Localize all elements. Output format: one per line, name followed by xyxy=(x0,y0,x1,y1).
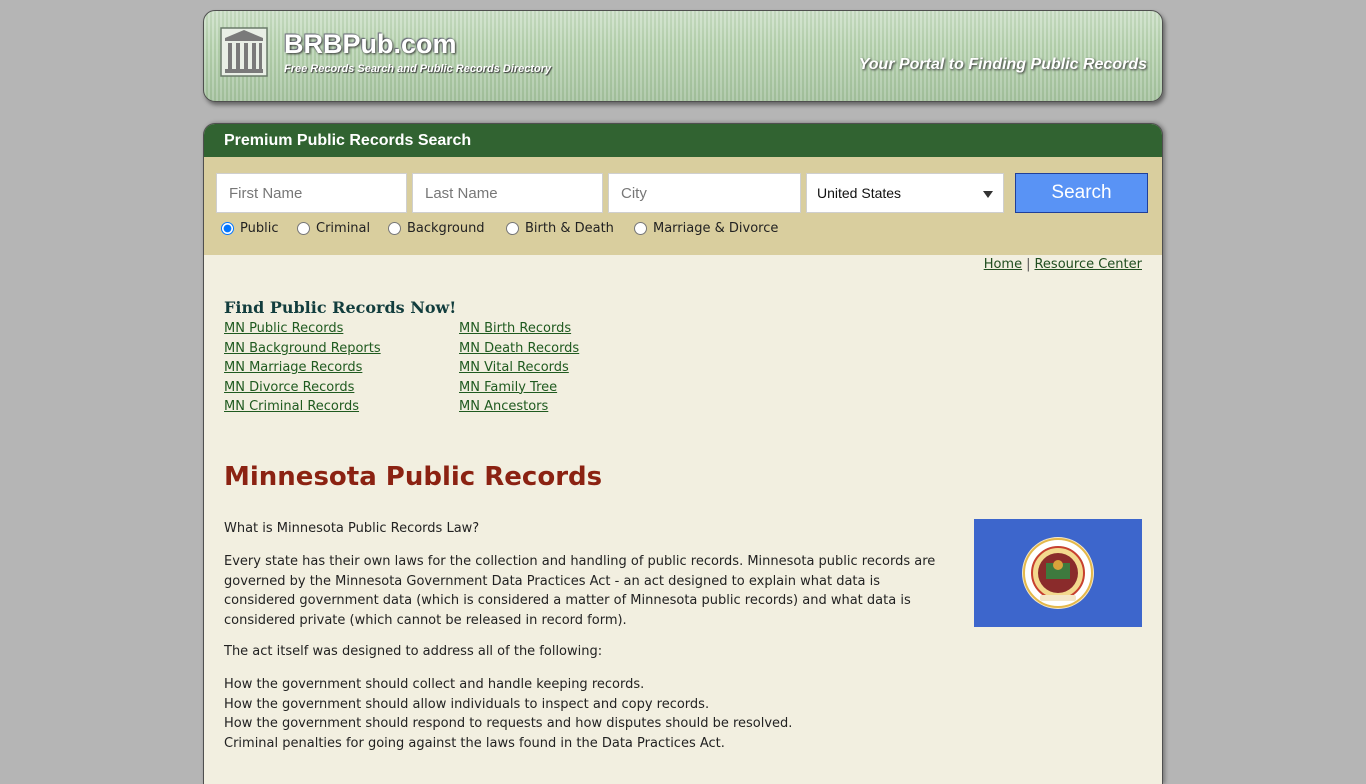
resource-center-link[interactable]: Resource Center xyxy=(1034,257,1142,272)
site-tagline: Free Records Search and Public Records D… xyxy=(284,63,552,75)
radio-criminal[interactable]: Criminal xyxy=(297,221,370,236)
link-mn-criminal-records[interactable]: MN Criminal Records xyxy=(224,399,381,419)
country-select[interactable]: United States xyxy=(806,173,1004,213)
radio-public[interactable]: Public xyxy=(221,221,278,236)
radio-birth-death-input[interactable] xyxy=(506,222,519,235)
radio-marriage-divorce-input[interactable] xyxy=(634,222,647,235)
radio-label: Marriage & Divorce xyxy=(653,221,779,236)
country-selected-value: United States xyxy=(817,185,902,201)
last-name-input[interactable] xyxy=(412,173,603,213)
site-header: BRBPub.com Free Records Search and Publi… xyxy=(203,10,1163,102)
radio-marriage-divorce[interactable]: Marriage & Divorce xyxy=(634,221,778,236)
radio-label: Criminal xyxy=(316,221,371,236)
list-item: Criminal penalties for going against the… xyxy=(224,735,725,751)
city-input[interactable] xyxy=(608,173,801,213)
chevron-down-icon xyxy=(983,191,993,198)
link-mn-ancestors[interactable]: MN Ancestors xyxy=(459,399,579,419)
radio-criminal-input[interactable] xyxy=(297,222,310,235)
article-list: How the government should collect and ha… xyxy=(224,675,944,753)
radio-birth-death[interactable]: Birth & Death xyxy=(506,221,614,236)
search-form: United States Search Public Criminal Bac… xyxy=(204,157,1162,255)
main-panel: Premium Public Records Search United Sta… xyxy=(203,123,1163,784)
radio-background[interactable]: Background xyxy=(388,221,485,236)
link-mn-vital-records[interactable]: MN Vital Records xyxy=(459,360,579,380)
link-mn-marriage-records[interactable]: MN Marriage Records xyxy=(224,360,381,380)
link-mn-birth-records[interactable]: MN Birth Records xyxy=(459,321,579,341)
state-seal-icon xyxy=(1022,537,1094,609)
search-panel-title: Premium Public Records Search xyxy=(204,124,1162,157)
minnesota-flag-image xyxy=(974,519,1142,627)
nav-separator: | xyxy=(1026,257,1031,272)
article-paragraph-2: The act itself was designed to address a… xyxy=(224,644,603,659)
list-item: How the government should collect and ha… xyxy=(224,677,645,692)
link-mn-death-records[interactable]: MN Death Records xyxy=(459,341,579,361)
list-item: How the government should respond to req… xyxy=(224,716,793,731)
radio-public-input[interactable] xyxy=(221,222,234,235)
list-item: How the government should allow individu… xyxy=(224,696,710,712)
link-mn-family-tree[interactable]: MN Family Tree xyxy=(459,380,579,400)
page-title: Minnesota Public Records xyxy=(224,462,603,492)
search-button[interactable]: Search xyxy=(1015,173,1148,213)
portal-slogan: Your Portal to Finding Public Records xyxy=(858,56,1147,73)
radio-background-input[interactable] xyxy=(388,222,401,235)
link-mn-public-records[interactable]: MN Public Records xyxy=(224,321,381,341)
records-links-col-1: MN Public Records MN Background Reports … xyxy=(224,321,381,419)
courthouse-logo-icon[interactable] xyxy=(219,26,269,78)
link-mn-divorce-records[interactable]: MN Divorce Records xyxy=(224,380,381,400)
radio-label: Public xyxy=(240,221,279,236)
site-name[interactable]: BRBPub.com xyxy=(284,29,457,60)
find-records-heading: Find Public Records Now! xyxy=(224,298,457,317)
link-mn-background-reports[interactable]: MN Background Reports xyxy=(224,341,381,361)
home-link[interactable]: Home xyxy=(984,257,1022,272)
radio-label: Background xyxy=(407,221,485,236)
radio-label: Birth & Death xyxy=(525,221,614,236)
top-nav-links: Home | Resource Center xyxy=(984,257,1142,272)
records-links-col-2: MN Birth Records MN Death Records MN Vit… xyxy=(459,321,579,419)
article-paragraph-1: Every state has their own laws for the c… xyxy=(224,554,936,628)
first-name-input[interactable] xyxy=(216,173,407,213)
article-question: What is Minnesota Public Records Law? xyxy=(224,521,480,536)
